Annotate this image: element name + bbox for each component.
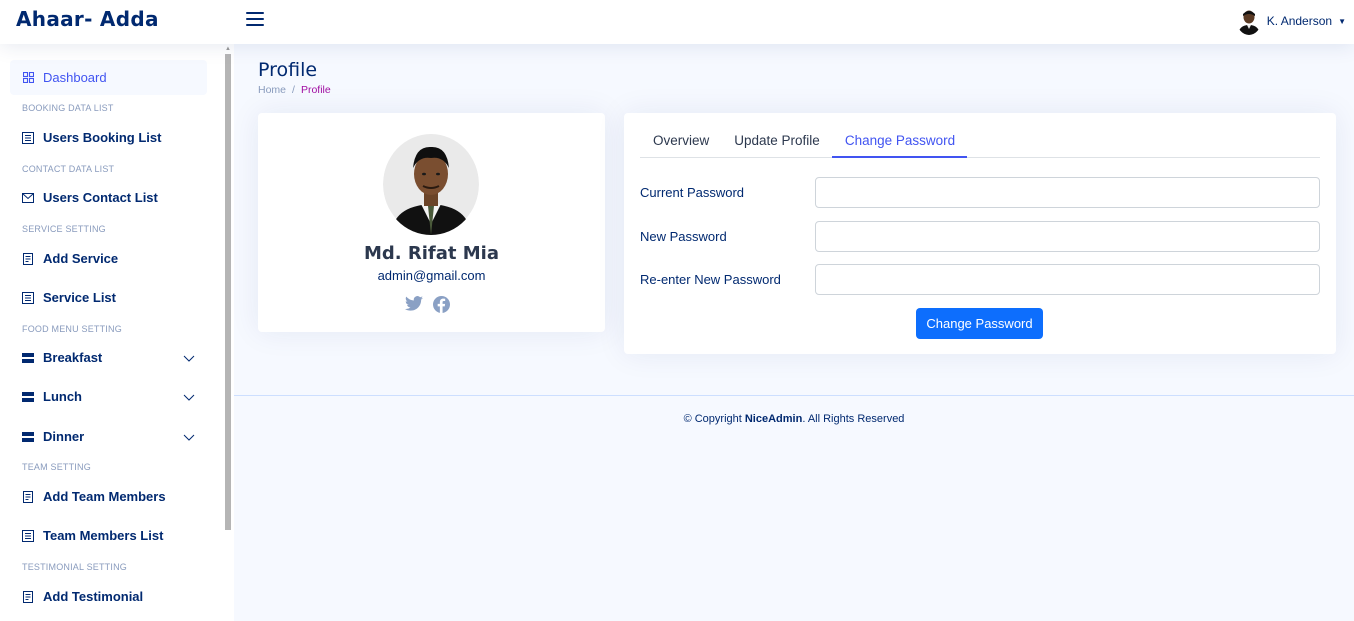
scrollbar-thumb[interactable] <box>225 54 231 530</box>
nav-heading: SERVICE SETTING <box>22 224 106 234</box>
form-icon <box>22 490 34 503</box>
menu-icon <box>22 352 34 364</box>
list-icon <box>22 529 34 542</box>
sidebar-item-users-booking-list[interactable]: Users Booking List <box>10 120 207 155</box>
change-password-button[interactable]: Change Password <box>916 308 1043 339</box>
sidebar-item-label: Team Members List <box>43 528 164 543</box>
social-links <box>405 296 450 313</box>
sidebar-item-dashboard[interactable]: Dashboard <box>10 60 207 95</box>
sidebar-item-label: Add Testimonial <box>43 589 144 604</box>
hamburger-menu-icon[interactable] <box>246 12 264 28</box>
sidebar-item-add-service[interactable]: Add Service <box>10 241 207 276</box>
footer-copyright: © Copyright NiceAdmin. All Rights Reserv… <box>234 413 1354 425</box>
current-password-row: Current Password <box>640 177 1320 208</box>
profile-tabs: Overview Update Profile Change Password <box>640 129 1320 158</box>
sidebar-item-label: Breakfast <box>43 350 103 365</box>
footer-divider <box>234 395 1354 396</box>
page-title: Profile <box>258 59 318 81</box>
sidebar-item-label: Service List <box>43 290 116 305</box>
change-password-card: Overview Update Profile Change Password … <box>624 113 1336 354</box>
form-icon <box>22 252 34 265</box>
sidebar-item-add-team-members[interactable]: Add Team Members <box>10 479 207 514</box>
top-header: Ahaar- Adda K. Anderson ▼ <box>0 0 1354 44</box>
tab-overview[interactable]: Overview <box>640 129 721 158</box>
profile-avatar <box>383 134 479 235</box>
nav-heading: TESTIMONIAL SETTING <box>22 562 127 572</box>
sidebar-item-breakfast[interactable]: Breakfast <box>10 340 207 375</box>
sidebar-item-team-members-list[interactable]: Team Members List <box>10 518 207 553</box>
sidebar-item-service-list[interactable]: Service List <box>10 280 207 315</box>
sidebar-item-label: Dinner <box>43 429 85 444</box>
reenter-password-input[interactable] <box>815 264 1320 295</box>
app-logo[interactable]: Ahaar- Adda <box>16 7 159 31</box>
chevron-down-icon <box>183 351 195 366</box>
sidebar-item-users-contact-list[interactable]: Users Contact List <box>10 180 207 215</box>
footer-suffix: . All Rights Reserved <box>802 413 905 425</box>
nav-heading: BOOKING DATA LIST <box>22 103 114 113</box>
nav-heading: TEAM SETTING <box>22 462 91 472</box>
menu-icon <box>22 391 34 403</box>
breadcrumb-separator: / <box>292 84 295 96</box>
sidebar-item-label: Add Team Members <box>43 489 166 504</box>
user-name: K. Anderson <box>1266 14 1333 28</box>
sidebar-item-dinner[interactable]: Dinner <box>10 419 207 454</box>
twitter-icon[interactable] <box>405 296 423 313</box>
chevron-down-icon <box>183 390 195 405</box>
sidebar-item-label: Dashboard <box>43 70 107 85</box>
nav-heading: CONTACT DATA LIST <box>22 164 115 174</box>
sidebar-item-label: Lunch <box>43 389 82 404</box>
new-password-row: New Password <box>640 221 1320 252</box>
avatar <box>1236 7 1261 35</box>
grid-icon <box>22 72 34 84</box>
sidebar-item-label: Users Booking List <box>43 130 162 145</box>
new-password-label: New Password <box>640 229 727 244</box>
current-password-label: Current Password <box>640 185 745 200</box>
tab-update-profile[interactable]: Update Profile <box>721 129 832 158</box>
chevron-down-icon <box>183 430 195 445</box>
reenter-password-row: Re-enter New Password <box>640 264 1320 295</box>
sidebar-item-label: Users Contact List <box>43 190 158 205</box>
form-icon <box>22 590 34 603</box>
sidebar-item-add-testimonial[interactable]: Add Testimonial <box>10 579 207 614</box>
profile-card: Md. Rifat Mia admin@gmail.com <box>258 113 605 332</box>
user-profile-dropdown[interactable]: K. Anderson ▼ <box>1236 6 1346 36</box>
breadcrumb-current: Profile <box>300 84 331 96</box>
breadcrumb: Home / Profile <box>258 84 331 96</box>
scroll-up-icon[interactable]: ▲ <box>225 46 231 52</box>
menu-icon <box>22 431 34 443</box>
footer-prefix: © Copyright <box>683 413 745 425</box>
new-password-input[interactable] <box>815 221 1320 252</box>
profile-email: admin@gmail.com <box>377 268 486 283</box>
breadcrumb-home-link[interactable]: Home <box>258 84 286 96</box>
reenter-password-label: Re-enter New Password <box>640 272 781 287</box>
nav-heading: FOOD MENU SETTING <box>22 324 122 334</box>
sidebar-item-label: Add Service <box>43 251 119 266</box>
tab-change-password[interactable]: Change Password <box>831 129 968 158</box>
footer-brand[interactable]: NiceAdmin <box>745 413 802 425</box>
caret-down-icon: ▼ <box>1338 16 1346 26</box>
facebook-icon[interactable] <box>433 296 450 313</box>
sidebar: Dashboard BOOKING DATA LIST Users Bookin… <box>0 44 234 621</box>
list-icon <box>22 131 34 144</box>
profile-name: Md. Rifat Mia <box>363 243 499 264</box>
current-password-input[interactable] <box>815 177 1320 208</box>
list-icon <box>22 291 34 304</box>
envelope-icon <box>22 192 34 204</box>
sidebar-item-lunch[interactable]: Lunch <box>10 379 207 414</box>
